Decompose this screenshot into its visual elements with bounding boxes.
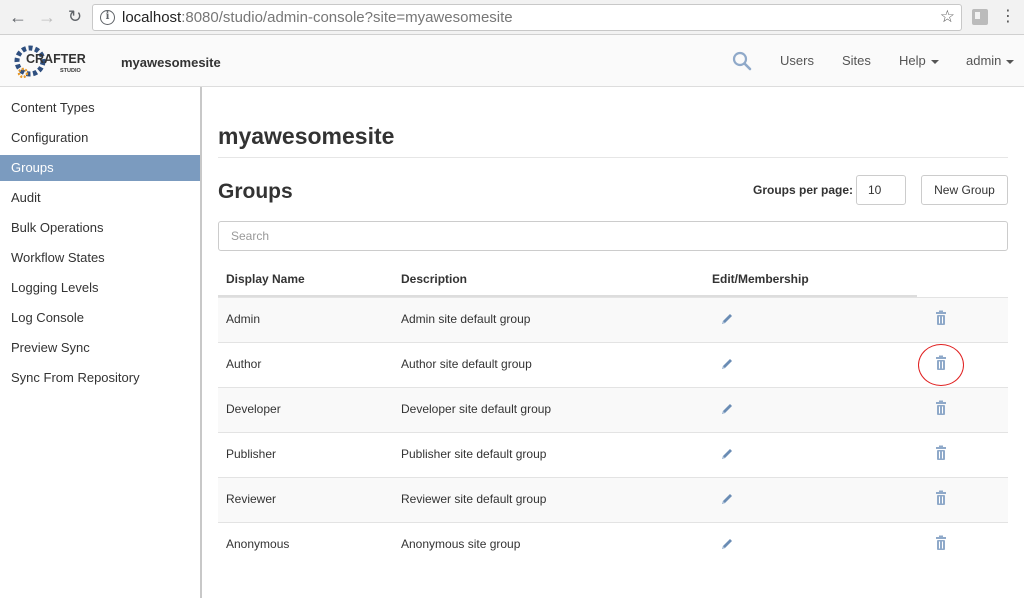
- group-name: Reviewer: [226, 492, 277, 506]
- info-icon[interactable]: i: [100, 10, 115, 25]
- column-header-description: Description: [401, 272, 468, 286]
- group-name: Anonymous: [226, 537, 290, 551]
- group-name: Author: [226, 357, 262, 371]
- main-content: myawesomesite Groups Groups per page: 10…: [202, 87, 1024, 598]
- page-title: myawesomesite: [218, 123, 395, 149]
- table-row: Reviewer Reviewer site default group: [218, 477, 1008, 522]
- app-header: CRAFTER STUDIO myawesomesite Users Sites…: [0, 35, 1024, 87]
- logo-text: CRAFTER: [26, 52, 86, 66]
- new-group-button[interactable]: New Group: [921, 175, 1008, 205]
- chevron-down-icon: [930, 59, 939, 64]
- group-name: Publisher: [226, 447, 277, 461]
- admin-sidebar: Content Types Configuration Groups Audit…: [0, 87, 202, 598]
- group-name: Admin: [226, 312, 261, 326]
- delete-trash-icon[interactable]: [934, 535, 948, 551]
- sidebar-item-configuration[interactable]: Configuration: [0, 125, 200, 151]
- help-label: Help: [899, 53, 926, 68]
- url-host: localhost: [122, 9, 182, 26]
- group-description: Reviewer site default group: [401, 492, 547, 506]
- divider: [218, 157, 1008, 158]
- sidebar-item-preview-sync[interactable]: Preview Sync: [0, 335, 200, 361]
- group-description: Developer site default group: [401, 402, 552, 416]
- sidebar-item-audit[interactable]: Audit: [0, 185, 200, 211]
- url-text[interactable]: localhost:8080/studio/admin-console?site…: [122, 9, 513, 26]
- delete-trash-icon[interactable]: [934, 445, 948, 461]
- edit-pencil-icon[interactable]: [720, 447, 734, 461]
- user-menu[interactable]: admin: [966, 53, 1015, 68]
- sidebar-item-sync-from-repository[interactable]: Sync From Repository: [0, 365, 200, 391]
- delete-trash-icon[interactable]: [934, 400, 948, 416]
- table-row: Admin Admin site default group: [218, 297, 1008, 342]
- search-icon[interactable]: [731, 50, 753, 72]
- browser-menu-icon[interactable]: ⋮: [1000, 6, 1016, 28]
- sidebar-item-log-console[interactable]: Log Console: [0, 305, 200, 331]
- edit-pencil-icon[interactable]: [720, 312, 734, 326]
- forward-icon[interactable]: →: [37, 7, 57, 27]
- logo-subtext: STUDIO: [60, 68, 82, 74]
- sidebar-item-bulk-operations[interactable]: Bulk Operations: [0, 215, 200, 241]
- help-menu[interactable]: Help: [899, 53, 939, 68]
- group-description: Publisher site default group: [401, 447, 547, 461]
- header-site-name[interactable]: myawesomesite: [121, 55, 221, 70]
- edit-pencil-icon[interactable]: [720, 357, 734, 371]
- back-icon[interactable]: ←: [8, 7, 28, 27]
- table-row: Publisher Publisher site default group: [218, 432, 1008, 477]
- bookmark-star-icon[interactable]: ☆: [940, 7, 955, 27]
- delete-trash-icon[interactable]: [934, 310, 948, 326]
- users-link[interactable]: Users: [780, 53, 814, 68]
- browser-toolbar: ← → ↻ i localhost:8080/studio/admin-cons…: [0, 0, 1024, 35]
- user-label: admin: [966, 53, 1002, 68]
- per-page-input[interactable]: 10: [856, 175, 906, 205]
- group-description: Author site default group: [401, 357, 532, 371]
- table-row: Author Author site default group: [218, 342, 1008, 387]
- table-row: Anonymous Anonymous site group: [218, 522, 1008, 567]
- sites-link[interactable]: Sites: [842, 53, 871, 68]
- reload-icon[interactable]: ↻: [65, 7, 85, 27]
- crafter-studio-logo[interactable]: CRAFTER STUDIO: [14, 39, 94, 83]
- delete-trash-icon[interactable]: [934, 490, 948, 506]
- address-bar[interactable]: i localhost:8080/studio/admin-console?si…: [92, 4, 962, 31]
- extension-icon[interactable]: [972, 9, 988, 25]
- edit-pencil-icon[interactable]: [720, 492, 734, 506]
- group-name: Developer: [226, 402, 281, 416]
- sidebar-item-content-types[interactable]: Content Types: [0, 95, 200, 121]
- group-description: Anonymous site group: [401, 537, 521, 551]
- section-title: Groups: [218, 180, 293, 203]
- sidebar-item-workflow-states[interactable]: Workflow States: [0, 245, 200, 271]
- groups-table: Display Name Description Edit/Membership…: [218, 261, 1008, 567]
- table-header: Display Name Description Edit/Membership: [218, 261, 1008, 297]
- highlight-circle: [918, 344, 964, 386]
- chevron-down-icon: [1006, 59, 1015, 64]
- group-description: Admin site default group: [401, 312, 531, 326]
- table-row: Developer Developer site default group: [218, 387, 1008, 432]
- edit-pencil-icon[interactable]: [720, 537, 734, 551]
- edit-pencil-icon[interactable]: [720, 402, 734, 416]
- sidebar-item-groups[interactable]: Groups: [0, 155, 200, 181]
- per-page-label: Groups per page:: [753, 183, 854, 197]
- column-header-edit: Edit/Membership: [712, 272, 809, 286]
- url-path: :8080/studio/admin-console?site=myawesom…: [181, 9, 513, 26]
- column-header-display-name: Display Name: [226, 272, 305, 286]
- sidebar-item-logging-levels[interactable]: Logging Levels: [0, 275, 200, 301]
- search-input[interactable]: Search: [218, 221, 1008, 251]
